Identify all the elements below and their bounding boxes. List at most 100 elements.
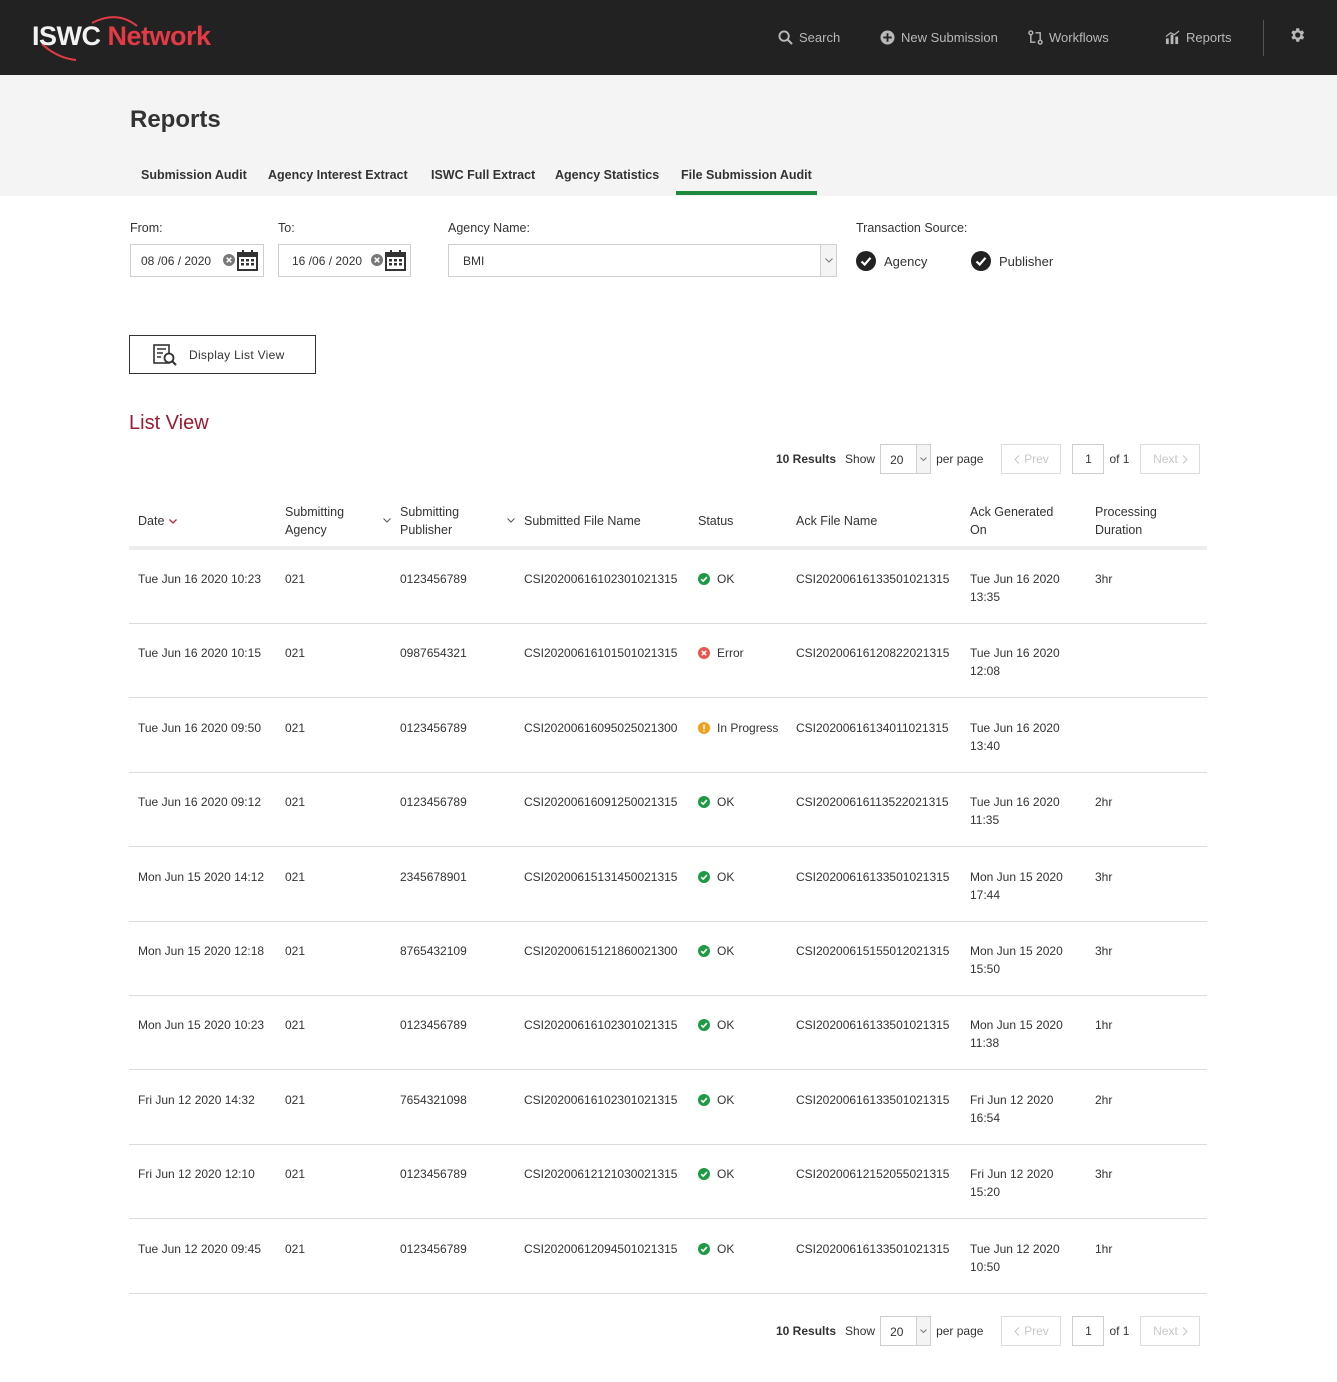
column-header-ack-file-name[interactable]: Ack File Name: [796, 512, 877, 530]
cell-submitted-file-name[interactable]: CSI20200612121030021315: [524, 1165, 677, 1183]
cell-ack-file-name[interactable]: CSI20200616133501021315: [796, 570, 949, 588]
cell-ack-file-name[interactable]: CSI20200616133501021315: [796, 1016, 949, 1034]
cell-processing-duration: 2hr: [1095, 795, 1113, 810]
cell-ack-file-name[interactable]: CSI20200612152055021315: [796, 1165, 949, 1183]
iswc-network-logo[interactable]: ISWC Network: [32, 14, 232, 62]
status-label: OK: [717, 1018, 735, 1033]
source-publisher-checkbox[interactable]: Publisher: [971, 251, 1053, 271]
nav-search-label: Search: [799, 29, 841, 45]
cell-submitted-file-name[interactable]: CSI20200616091250021315: [524, 793, 677, 811]
cell-submitting-agency: 021: [285, 944, 306, 958]
cell-submitted-file-name[interactable]: CSI20200616102301021315: [524, 1091, 677, 1109]
table-row[interactable]: Tue Jun 16 2020 10:15 021 0987654321 CSI202…: [129, 624, 1207, 699]
chevron-left-icon: [1014, 1326, 1020, 1336]
table-row[interactable]: Tue Jun 12 2020 09:45 021 0123456789 CSI202…: [129, 1220, 1207, 1294]
column-header-agency-line1: Submitting: [285, 505, 345, 519]
per-page-select[interactable]: 20: [880, 1316, 932, 1346]
chevron-down-icon[interactable]: [383, 518, 391, 523]
clear-to-date-icon[interactable]: [371, 254, 383, 266]
checked-circle-icon: [971, 251, 991, 271]
ack-generated-time: 13:35: [970, 590, 1001, 604]
nav-reports[interactable]: Reports: [1165, 27, 1232, 47]
nav-reports-label: Reports: [1186, 29, 1232, 45]
logo-text-iswc: ISWC: [32, 21, 101, 51]
table-row[interactable]: Tue Jun 16 2020 10:23 021 0123456789 CSI202…: [129, 550, 1207, 624]
tab-submission-audit[interactable]: Submission Audit: [141, 168, 247, 182]
column-header-submitting-agency[interactable]: Submitting Agency: [285, 503, 344, 539]
column-header-agency-line2: Agency: [285, 523, 327, 537]
prev-page-button[interactable]: Prev: [1001, 444, 1062, 474]
nav-new-submission[interactable]: New Submission: [880, 27, 998, 47]
cell-submitted-file-name[interactable]: CSI20200616101501021315: [524, 644, 677, 662]
gear-icon[interactable]: [1288, 26, 1306, 44]
cell-ack-file-name[interactable]: CSI20200616120822021315: [796, 644, 949, 662]
nav-search[interactable]: Search: [778, 27, 840, 47]
page-number-input[interactable]: 1: [1072, 1316, 1105, 1346]
column-header-ack-generated-on[interactable]: Ack Generated On: [970, 503, 1053, 539]
cell-submitted-file-name[interactable]: CSI20200616102301021315: [524, 570, 677, 588]
agency-name-select[interactable]: BMI: [448, 244, 837, 277]
cell-ack-generated-on: Tue Jun 12 2020 10:50: [970, 1240, 1080, 1276]
column-header-date[interactable]: Date: [138, 512, 178, 530]
display-list-view-button[interactable]: Display List View: [129, 335, 316, 374]
column-header-submitting-publisher[interactable]: Submitting Publisher: [400, 503, 459, 539]
cell-status: OK: [698, 868, 734, 886]
table-row[interactable]: Mon Jun 15 2020 12:18 021 8765432109 CSI202…: [129, 922, 1207, 996]
per-page-value: 20: [890, 453, 904, 467]
tab-iswc-full-extract[interactable]: ISWC Full Extract: [431, 168, 535, 182]
cell-submitted-file-name[interactable]: CSI20200616102301021315: [524, 1016, 677, 1034]
column-header-processing-duration[interactable]: Processing Duration: [1095, 503, 1157, 539]
list-search-icon: [153, 343, 177, 366]
cell-submitted-file-name[interactable]: CSI20200612094501021315: [524, 1240, 677, 1258]
cell-processing-duration: 3hr: [1095, 572, 1113, 586]
status-label: OK: [717, 1167, 735, 1182]
table-row[interactable]: Fri Jun 12 2020 12:10 021 0123456789 CSI202…: [129, 1145, 1207, 1220]
cell-ack-file-name[interactable]: CSI20200616134011021315: [796, 719, 949, 737]
per-page-select[interactable]: 20: [880, 444, 932, 474]
cell-submitting-publisher: 0123456789: [400, 1018, 467, 1033]
table-row[interactable]: Tue Jun 16 2020 09:12 021 0123456789 CSI202…: [129, 773, 1207, 848]
cell-submitted-file-name[interactable]: CSI20200616095025021300: [524, 719, 677, 737]
to-date-value: 16 /06 / 2020: [292, 254, 363, 268]
column-header-status[interactable]: Status: [698, 512, 733, 530]
per-page-label: per page: [936, 452, 984, 466]
column-header-ackon-line1: Ack Generated: [970, 505, 1054, 519]
from-date-field[interactable]: 08 /06 / 2020: [130, 244, 264, 277]
cell-ack-file-name[interactable]: CSI20200616133501021315: [796, 1091, 949, 1109]
cell-ack-generated-on: Mon Jun 15 2020 15:50: [970, 942, 1080, 978]
display-list-view-label: Display List View: [189, 347, 285, 362]
from-calendar-icon[interactable]: [237, 250, 258, 271]
tab-agency-statistics[interactable]: Agency Statistics: [555, 168, 659, 182]
source-agency-checkbox[interactable]: Agency: [856, 251, 927, 271]
cell-date: Mon Jun 15 2020 14:12: [138, 869, 265, 884]
cell-ack-file-name[interactable]: CSI20200615155012021315: [796, 942, 949, 960]
cell-ack-file-name[interactable]: CSI20200616133501021315: [796, 868, 949, 886]
page-of-label: of 1: [1109, 1324, 1130, 1338]
page-number-input[interactable]: 1: [1072, 444, 1105, 474]
per-page-value: 20: [890, 1325, 904, 1339]
table-row[interactable]: Mon Jun 15 2020 10:23 021 0123456789 CSI202…: [129, 996, 1207, 1071]
cell-ack-file-name[interactable]: CSI20200616133501021315: [796, 1240, 949, 1258]
cell-ack-file-name[interactable]: CSI20200616113522021315: [796, 793, 949, 811]
table-row[interactable]: Mon Jun 15 2020 14:12 021 2345678901 CSI202…: [129, 848, 1207, 922]
column-header-submitted-file-name[interactable]: Submitted File Name: [524, 512, 641, 530]
table-row[interactable]: Fri Jun 12 2020 14:32 021 7654321098 CSI202…: [129, 1071, 1207, 1145]
next-page-button[interactable]: Next: [1140, 1316, 1201, 1346]
table-row[interactable]: Tue Jun 16 2020 09:50 021 0123456789 CSI202…: [129, 699, 1207, 773]
nav-workflows[interactable]: Workflows: [1028, 27, 1109, 47]
next-page-button[interactable]: Next: [1140, 444, 1201, 474]
cell-submitted-file-name[interactable]: CSI20200615131450021315: [524, 868, 677, 886]
chevron-down-icon[interactable]: [507, 518, 515, 523]
status-label: OK: [717, 1241, 735, 1256]
to-calendar-icon[interactable]: [385, 250, 406, 271]
cell-submitted-file-name[interactable]: CSI20200615121860021300: [524, 942, 677, 960]
tab-file-submission-audit[interactable]: File Submission Audit: [681, 168, 812, 182]
tab-agency-interest-extract[interactable]: Agency Interest Extract: [268, 168, 408, 182]
prev-page-button[interactable]: Prev: [1001, 1316, 1062, 1346]
per-page-label: per page: [936, 1324, 984, 1338]
active-tab-indicator: [676, 191, 817, 195]
to-label: To:: [278, 221, 295, 235]
to-date-field[interactable]: 16 /06 / 2020: [278, 244, 411, 277]
cell-status: OK: [698, 793, 734, 811]
clear-from-date-icon[interactable]: [223, 254, 235, 266]
